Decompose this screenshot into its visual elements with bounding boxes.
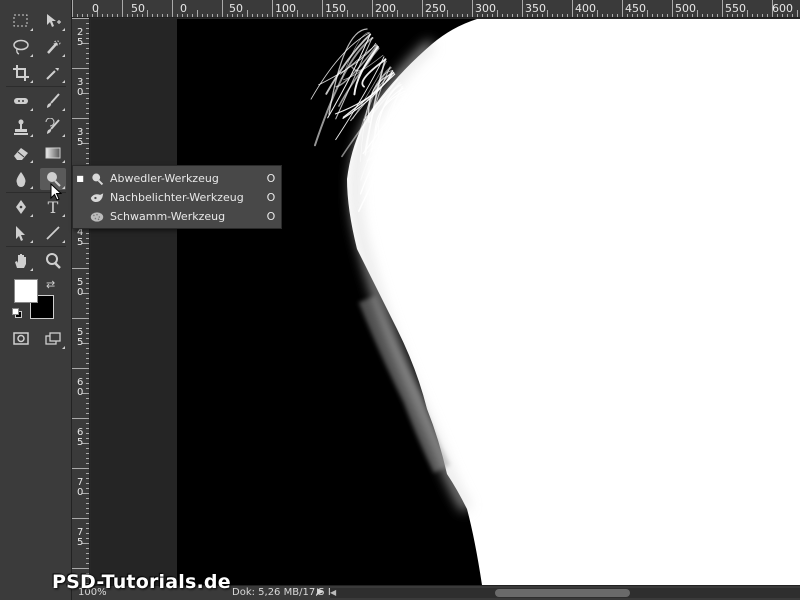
brush-icon: [47, 93, 60, 108]
quick-selection-icon: [47, 40, 61, 54]
history-brush-tool-button[interactable]: [40, 116, 66, 138]
ruler-label: 200: [375, 2, 396, 15]
status-menu-arrow-icon[interactable]: ▶: [317, 587, 324, 597]
horizontal-scrollbar[interactable]: ◀: [330, 588, 800, 598]
path-selection-tool-button[interactable]: [8, 222, 34, 244]
ruler-label: 600: [772, 2, 793, 15]
ruler-label: 0: [77, 287, 84, 298]
dodge-tool-flyout-menu: ■ Abwedler-Werkzeug O Nachbelichter-Werk…: [72, 165, 282, 229]
lasso-tool-button[interactable]: [8, 36, 34, 58]
menu-item-label: Abwedler-Werkzeug: [110, 172, 219, 185]
menu-item-label: Schwamm-Werkzeug: [110, 210, 226, 223]
quick-mask-icon: [13, 332, 29, 345]
blur-tool-button[interactable]: [8, 168, 34, 190]
ruler-label: 5: [77, 437, 84, 448]
mouse-cursor-icon: [50, 183, 63, 201]
tools-panel: T ⇄: [0, 0, 72, 600]
marquee-tool-button[interactable]: [8, 10, 34, 32]
ruler-label: 150: [325, 2, 346, 15]
ruler-label: 5: [77, 537, 84, 548]
pasteboard: [91, 19, 177, 585]
gradient-tool-button[interactable]: [40, 142, 66, 164]
crop-icon: [13, 65, 29, 81]
stamp-icon: [14, 119, 28, 135]
sponge-icon: [90, 211, 104, 222]
gradient-icon: [45, 147, 61, 159]
vertical-ruler-ticks: [72, 18, 89, 599]
lasso-icon: [13, 39, 29, 55]
ruler-label: 5: [77, 37, 84, 48]
ruler-label: 400: [575, 2, 596, 15]
menu-item-burn-tool[interactable]: Nachbelichter-Werkzeug O: [73, 188, 281, 207]
document-size: Dok: 5,26 MB/17,5 MB: [232, 587, 344, 598]
marquee-icon: [13, 14, 28, 27]
quick-selection-tool-button[interactable]: [40, 36, 66, 58]
screen-mode-button[interactable]: [40, 328, 66, 350]
ruler-label: 5: [77, 337, 84, 348]
spot-healing-tool-button[interactable]: [8, 90, 34, 112]
quick-mask-button[interactable]: [8, 328, 34, 350]
ruler-label: 0: [92, 2, 99, 15]
menu-item-label: Nachbelichter-Werkzeug: [110, 191, 244, 204]
move-icon: [47, 14, 61, 27]
selected-bullet-icon: ■: [76, 174, 84, 183]
menu-item-shortcut: O: [266, 210, 276, 223]
watermark-logo: PSD-Tutorials.de: [52, 571, 231, 593]
ruler-label: 0: [180, 2, 187, 15]
ruler-label: 450: [625, 2, 646, 15]
move-tool-button[interactable]: [40, 10, 66, 32]
ruler-label: 5: [77, 137, 84, 148]
ruler-label: 350: [525, 2, 546, 15]
screen-mode-icon: [45, 332, 61, 345]
menu-item-dodge-tool[interactable]: ■ Abwedler-Werkzeug O: [73, 169, 281, 188]
scrollbar-thumb[interactable]: [495, 589, 630, 597]
document-canvas[interactable]: [177, 19, 800, 585]
ruler-label: 250: [425, 2, 446, 15]
ruler-label: 0: [77, 87, 84, 98]
ruler-label: 0: [77, 487, 84, 498]
ruler-label: 500: [675, 2, 696, 15]
blur-icon: [16, 172, 26, 187]
path-selection-icon: [16, 226, 25, 241]
eyedropper-tool-button[interactable]: [40, 62, 66, 84]
dodge-icon: [92, 173, 104, 185]
line-tool-button[interactable]: [40, 222, 66, 244]
hand-tool-button[interactable]: [8, 250, 34, 272]
pen-tool-button[interactable]: [8, 196, 34, 218]
photo-mask-image: [310, 19, 800, 585]
foreground-color-swatch[interactable]: [14, 279, 38, 303]
ruler-label: 100: [275, 2, 296, 15]
pen-icon: [16, 200, 26, 214]
history-brush-icon: [45, 118, 60, 134]
vertical-ruler: 2 5 3 0 3 5 4 0 4 5 5 0 5 5 6 0 6 5 7 0 …: [72, 18, 90, 600]
menu-item-shortcut: O: [266, 191, 276, 204]
ruler-label: 550: [725, 2, 746, 15]
default-colors-icon[interactable]: [12, 308, 22, 318]
crop-tool-button[interactable]: [8, 62, 34, 84]
menu-item-sponge-tool[interactable]: Schwamm-Werkzeug O: [73, 207, 281, 226]
ruler-label: 300: [475, 2, 496, 15]
swap-colors-icon[interactable]: ⇄: [46, 278, 55, 291]
hand-icon: [15, 254, 26, 268]
ruler-label: 50: [131, 2, 145, 15]
eraser-icon: [14, 148, 28, 160]
horizontal-ruler: 0 50 0 50 100 150 200 250 300 350 400 45…: [72, 0, 800, 18]
eyedropper-icon: [46, 68, 59, 80]
zoom-icon: [46, 253, 61, 269]
burn-icon: [90, 192, 104, 202]
healing-icon: [14, 98, 28, 104]
ruler-label: 5: [77, 237, 84, 248]
ruler-label: 50: [229, 2, 243, 15]
eraser-tool-button[interactable]: [8, 142, 34, 164]
menu-item-shortcut: O: [266, 172, 276, 185]
zoom-tool-button[interactable]: [40, 250, 66, 272]
line-icon: [46, 226, 60, 240]
ruler-label: 0: [77, 387, 84, 398]
scroll-left-icon[interactable]: ◀: [330, 588, 336, 597]
brush-tool-button[interactable]: [40, 90, 66, 112]
clone-stamp-tool-button[interactable]: [8, 116, 34, 138]
